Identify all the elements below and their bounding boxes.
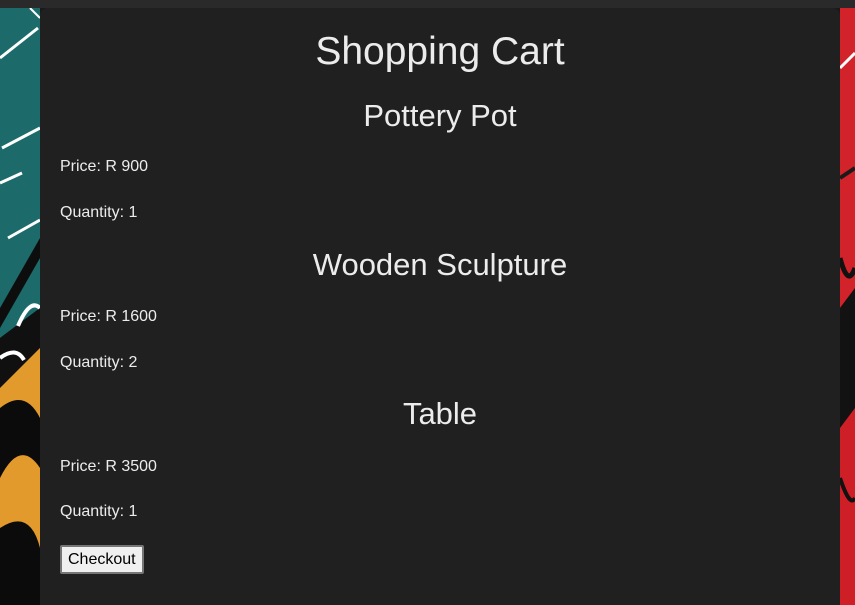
checkout-button[interactable]: Checkout	[60, 545, 144, 574]
item-price-table: Price: R 3500	[60, 458, 157, 475]
item-quantity-pottery-pot: Quantity: 1	[60, 204, 138, 221]
item-price-wooden-sculpture: Price: R 1600	[60, 308, 157, 325]
item-quantity-table: Quantity: 1	[60, 503, 138, 520]
item-name-pottery-pot: Pottery Pot	[363, 98, 517, 133]
item-name-wooden-sculpture: Wooden Sculpture	[312, 247, 568, 282]
item-price-pottery-pot: Price: R 900	[60, 158, 149, 175]
item-name-table: Table	[402, 396, 478, 431]
page-title: Shopping Cart	[315, 30, 565, 73]
cart-panel: Shopping Cart Pottery Pot Price: R 900 Q…	[40, 8, 840, 605]
browser-top-strip	[0, 0, 855, 8]
item-quantity-wooden-sculpture: Quantity: 2	[60, 354, 138, 371]
